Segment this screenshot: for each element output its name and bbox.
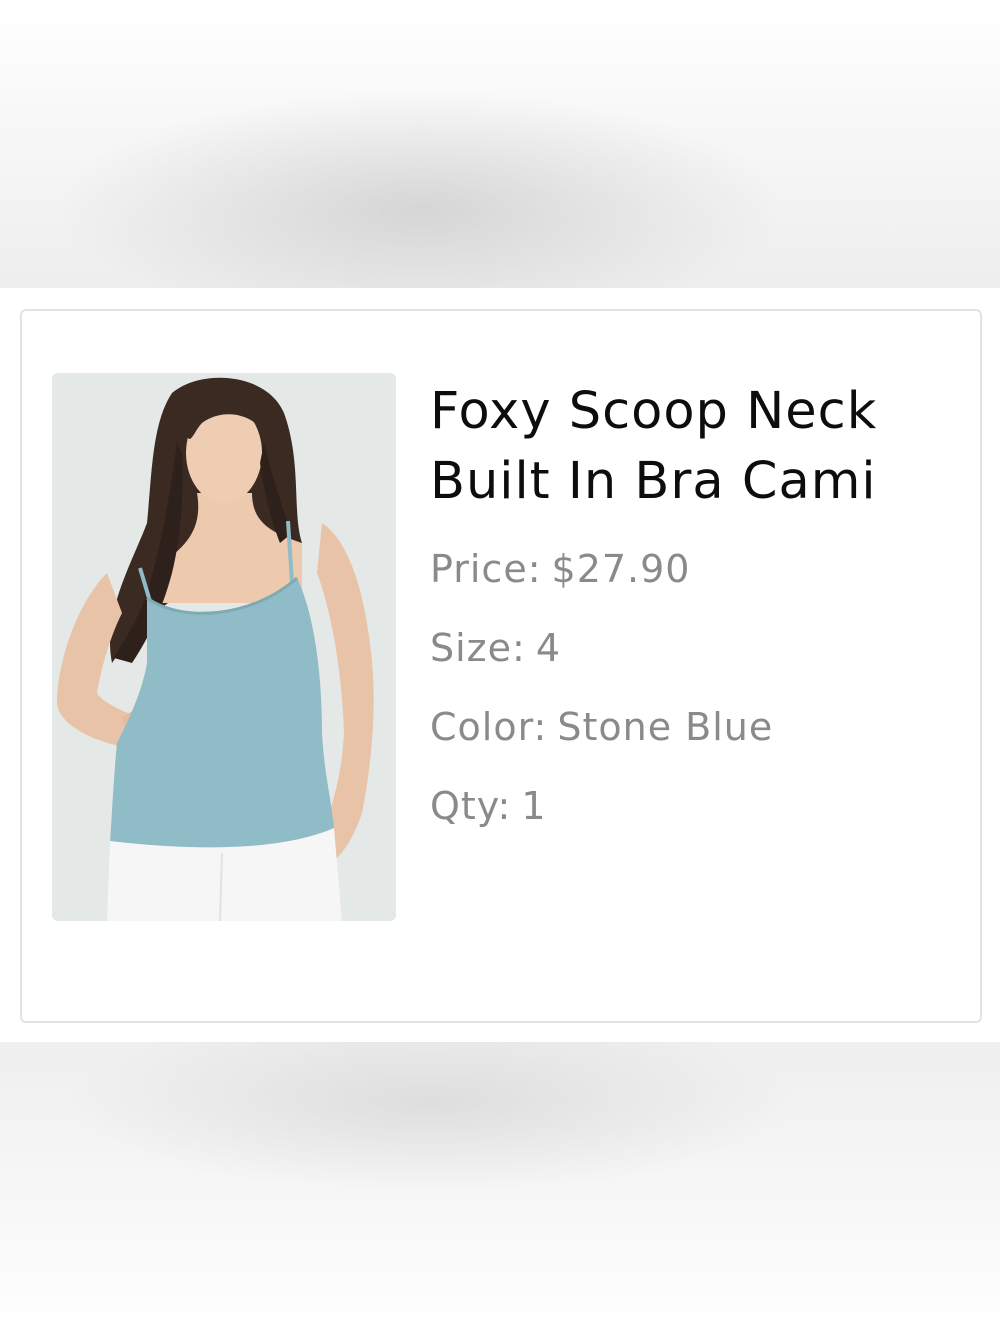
product-title[interactable]: Foxy Scoop Neck Built In Bra Cami bbox=[430, 377, 970, 517]
price-row: Price: $27.90 bbox=[430, 546, 690, 592]
quantity-label: Qty: bbox=[430, 784, 512, 828]
size-row: Size: 4 bbox=[430, 625, 561, 671]
price-label: Price: bbox=[430, 547, 542, 591]
product-image[interactable] bbox=[52, 373, 396, 921]
color-value: Stone Blue bbox=[557, 705, 774, 749]
blurred-background-top bbox=[0, 0, 1000, 288]
size-label: Size: bbox=[430, 626, 526, 670]
size-value: 4 bbox=[535, 626, 561, 670]
quantity-row: Qty: 1 bbox=[430, 783, 547, 829]
order-item-card[interactable]: Foxy Scoop Neck Built In Bra Cami Price:… bbox=[20, 309, 982, 1023]
color-label: Color: bbox=[430, 705, 548, 749]
color-row: Color: Stone Blue bbox=[430, 704, 773, 750]
product-photo-illustration bbox=[52, 373, 396, 921]
blurred-background-bottom bbox=[0, 1042, 1000, 1333]
price-value: $27.90 bbox=[551, 547, 691, 591]
quantity-value: 1 bbox=[521, 784, 547, 828]
